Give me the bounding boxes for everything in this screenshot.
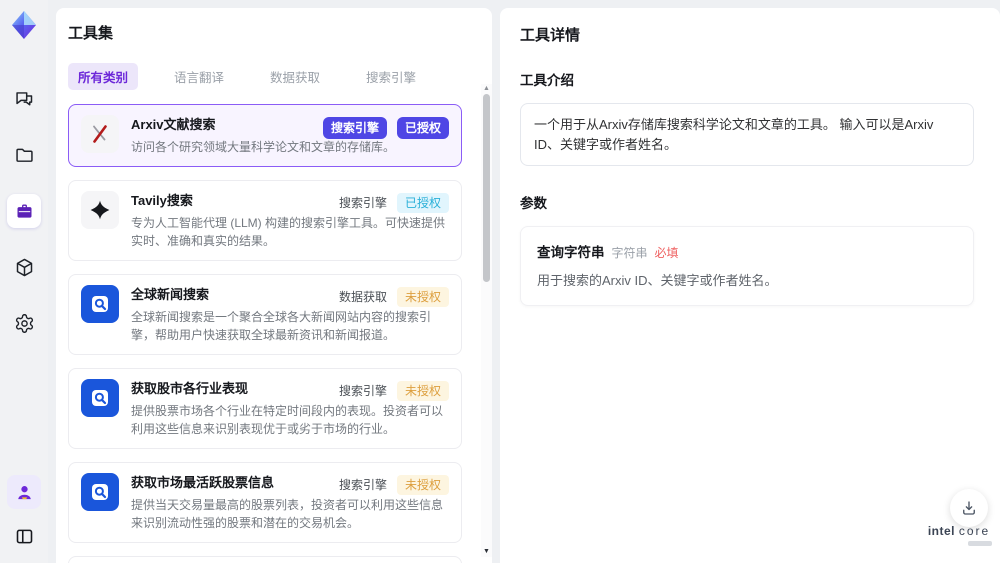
auth-badge: 未授权 <box>396 381 449 401</box>
download-button[interactable] <box>950 489 988 527</box>
briefcase-icon-toolset[interactable] <box>7 194 41 228</box>
tool-desc: 访问各个研究领域大量科学论文和文章的存储库。 <box>131 140 396 154</box>
category-badge: 搜索引擎 <box>338 478 387 492</box>
tab-data-fetch[interactable]: 数据获取 <box>260 63 330 90</box>
brand-underline <box>968 541 992 546</box>
tool-card-active-stocks[interactable]: 获取市场最活跃股票信息 提供当天交易量最高的股票列表，投资者可以利用这些信息来识… <box>68 462 462 543</box>
auth-badge: 未授权 <box>396 287 449 307</box>
scroll-up-arrow[interactable]: ▲ <box>481 85 492 93</box>
app-logo-icon <box>7 8 41 42</box>
tab-language-translation[interactable]: 语言翻译 <box>164 63 234 90</box>
tool-desc: 提供股票市场各个行业在特定时间段内的表现。投资者可以利用这些信息来识别表现优于或… <box>131 404 444 436</box>
param-desc: 用于搜索的Arxiv ID、关键字或作者姓名。 <box>537 273 778 288</box>
auth-badge: 已授权 <box>396 193 449 213</box>
icon-sidebar <box>0 0 48 563</box>
download-icon <box>963 501 975 515</box>
category-badge: 搜索引擎 <box>322 117 387 139</box>
panel-toggle-icon[interactable] <box>7 519 41 553</box>
scroll-down-arrow[interactable]: ▼ <box>481 548 492 556</box>
params-heading: 参数 <box>520 196 547 211</box>
tool-card-arxiv[interactable]: Arxiv文献搜索 访问各个研究领域大量科学论文和文章的存储库。 搜索引擎 已授… <box>68 104 462 167</box>
brand-word-intel: intel <box>927 524 955 538</box>
intel-core-logo: intel core <box>926 524 992 546</box>
tab-all-categories[interactable]: 所有类别 <box>68 63 139 90</box>
tavily-star-icon <box>81 191 119 229</box>
blue-search-icon <box>81 379 119 417</box>
param-card: 查询字符串 字符串 必填 用于搜索的Arxiv ID、关键字或作者姓名。 <box>520 226 974 306</box>
tool-desc: 全球新闻搜索是一个聚合全球各大新闻网站内容的搜索引擎，帮助用户快速获取全球最新资… <box>131 310 432 342</box>
folder-icon[interactable] <box>7 138 41 172</box>
category-tabs: 所有类别 语言翻译 数据获取 搜索引擎 <box>68 63 480 90</box>
blue-search-icon <box>81 285 119 323</box>
tool-card-sector-performance[interactable]: 获取股市各行业表现 提供股票市场各个行业在特定时间段内的表现。投资者可以利用这些… <box>68 368 462 449</box>
auth-badge: 已授权 <box>396 117 449 139</box>
brand-word-core: core <box>958 524 991 538</box>
category-badge: 搜索引擎 <box>338 196 387 210</box>
category-badge: 数据获取 <box>338 290 387 304</box>
tool-desc: 专为人工智能代理 (LLM) 构建的搜索引擎工具。可快速提供实时、准确和真实的结… <box>131 216 446 248</box>
tool-card-list: Arxiv文献搜索 访问各个研究领域大量科学论文和文章的存储库。 搜索引擎 已授… <box>68 104 480 563</box>
blue-search-icon <box>81 473 119 511</box>
tool-card-global-news[interactable]: 全球新闻搜索 全球新闻搜索是一个聚合全球各大新闻网站内容的搜索引擎，帮助用户快速… <box>68 274 462 355</box>
list-scrollbar[interactable]: ▲ ▼ <box>481 84 492 557</box>
arxiv-icon <box>81 115 119 153</box>
tool-detail-panel: 工具详情 工具介绍 一个用于从Arxiv存储库搜索科学论文和文章的工具。 输入可… <box>500 8 1000 563</box>
tool-card-regional-news[interactable]: 万维地区新闻查询 查询具体行政区划内的新闻，快速了解各地新闻动 搜索引擎 未授权 <box>68 556 462 563</box>
user-avatar-icon[interactable] <box>7 475 41 509</box>
scrollbar-thumb[interactable] <box>483 94 490 282</box>
param-name: 查询字符串 <box>537 245 605 260</box>
param-required-flag: 必填 <box>654 246 679 260</box>
cube-icon[interactable] <box>7 250 41 284</box>
app-root: 工具集 所有类别 语言翻译 数据获取 搜索引擎 Arxiv文献搜索 访问各个研究… <box>0 0 1000 563</box>
gear-icon[interactable] <box>7 306 41 340</box>
tab-search-engine[interactable]: 搜索引擎 <box>356 63 426 90</box>
auth-badge: 未授权 <box>396 475 449 495</box>
chat-icon[interactable] <box>7 82 41 116</box>
intro-heading: 工具介绍 <box>520 73 574 88</box>
detail-title: 工具详情 <box>520 27 581 44</box>
param-type: 字符串 <box>611 246 648 260</box>
tool-desc: 提供当天交易量最高的股票列表，投资者可以利用这些信息来识别流动性强的股票和潜在的… <box>131 498 444 530</box>
category-badge: 搜索引擎 <box>338 384 387 398</box>
tool-card-tavily[interactable]: Tavily搜索 专为人工智能代理 (LLM) 构建的搜索引擎工具。可快速提供实… <box>68 180 462 261</box>
page-title: 工具集 <box>68 25 114 42</box>
tool-intro-text: 一个用于从Arxiv存储库搜索科学论文和文章的工具。 输入可以是Arxiv ID… <box>520 103 974 166</box>
toolset-panel: 工具集 所有类别 语言翻译 数据获取 搜索引擎 Arxiv文献搜索 访问各个研究… <box>56 8 492 563</box>
